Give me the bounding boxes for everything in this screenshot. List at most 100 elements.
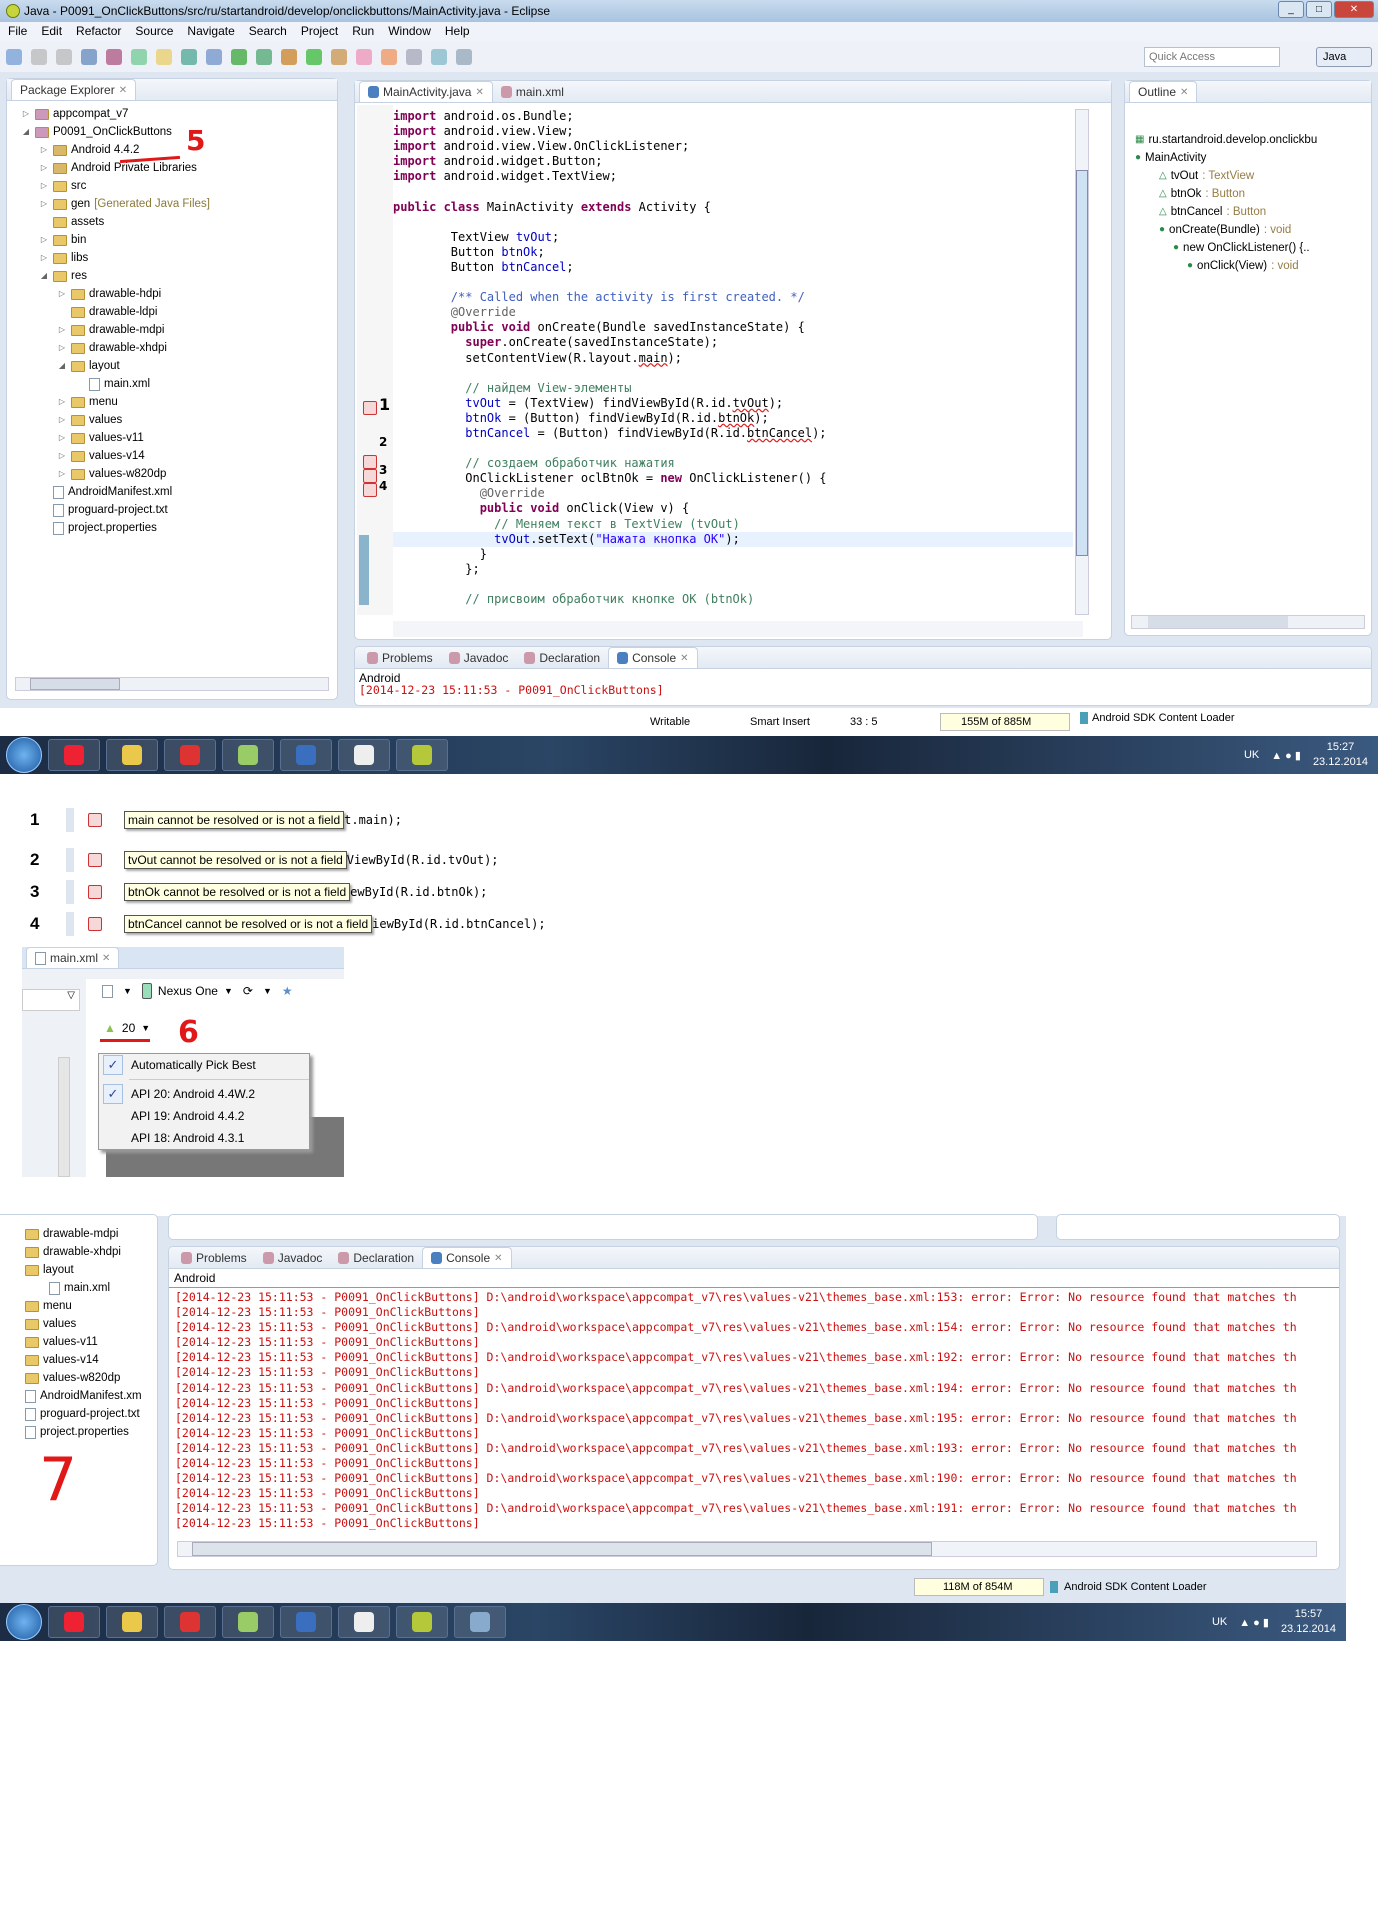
error-marker-icon[interactable] bbox=[363, 401, 377, 415]
outline-item[interactable]: △ btnCancel : Button bbox=[1135, 203, 1371, 221]
collapsed-arrow-icon[interactable]: ▷ bbox=[57, 411, 67, 429]
tree-item[interactable]: layout bbox=[25, 1261, 157, 1279]
tree-item[interactable]: ▷ src bbox=[21, 177, 337, 195]
tab-declaration[interactable]: Declaration bbox=[516, 648, 608, 668]
tree-item[interactable]: proguard-project.txt bbox=[25, 1405, 157, 1423]
tree-item[interactable]: ▷ drawable-mdpi bbox=[21, 321, 337, 339]
code-editor[interactable]: import android.os.Bundle; import android… bbox=[393, 109, 1073, 607]
menu-run[interactable]: Run bbox=[352, 24, 374, 40]
toolbar-button-icon[interactable] bbox=[206, 49, 222, 65]
tree-item[interactable]: ▷ menu bbox=[21, 393, 337, 411]
collapsed-arrow-icon[interactable]: ▷ bbox=[57, 393, 67, 411]
taskbar-app-button[interactable] bbox=[338, 739, 390, 771]
start-button[interactable] bbox=[6, 1604, 42, 1640]
outline-item[interactable]: △ tvOut : TextView bbox=[1135, 167, 1371, 185]
outline-item[interactable]: ● new OnClickListener() {.. bbox=[1135, 239, 1371, 257]
tree-item[interactable]: ▷ bin bbox=[21, 231, 337, 249]
close-icon[interactable]: ✕ bbox=[102, 953, 110, 964]
language-indicator[interactable]: UK bbox=[1212, 1616, 1227, 1628]
expanded-arrow-icon[interactable]: ◢ bbox=[21, 123, 31, 141]
error-marker-icon[interactable] bbox=[88, 885, 102, 899]
tree-item[interactable]: ▷ values bbox=[21, 411, 337, 429]
api-menu-item[interactable]: API 18: Android 4.3.1 bbox=[99, 1127, 309, 1149]
tab-mainactivity-java[interactable]: MainActivity.java ✕ bbox=[359, 81, 493, 102]
tab-problems[interactable]: Problems bbox=[359, 648, 441, 668]
tab-javadoc[interactable]: Javadoc bbox=[441, 648, 517, 668]
tree-item[interactable]: main.xml bbox=[21, 375, 337, 393]
tree-item[interactable]: ▷ drawable-xhdpi bbox=[21, 339, 337, 357]
taskbar-app-button[interactable] bbox=[280, 739, 332, 771]
tree-item[interactable]: project.properties bbox=[21, 519, 337, 537]
tree-item[interactable]: AndroidManifest.xm bbox=[25, 1387, 157, 1405]
toolbar-button-icon[interactable] bbox=[56, 49, 72, 65]
star-icon[interactable]: ★ bbox=[282, 984, 293, 998]
tab-declaration[interactable]: Declaration bbox=[330, 1248, 422, 1268]
close-icon[interactable]: ✕ bbox=[119, 85, 127, 96]
toolbar-button-icon[interactable] bbox=[256, 49, 272, 65]
tab-problems[interactable]: Problems bbox=[173, 1248, 255, 1268]
taskbar-app-button[interactable] bbox=[222, 1606, 274, 1638]
tree-item[interactable]: values-w820dp bbox=[25, 1369, 157, 1387]
menu-source[interactable]: Source bbox=[135, 24, 173, 40]
palette-dropdown[interactable]: ▽ bbox=[22, 989, 80, 1011]
api-menu-item[interactable]: ✓ API 20: Android 4.4W.2 bbox=[99, 1083, 309, 1105]
horizontal-scrollbar[interactable] bbox=[393, 621, 1083, 637]
collapsed-arrow-icon[interactable]: ▷ bbox=[57, 321, 67, 339]
menu-help[interactable]: Help bbox=[445, 24, 470, 40]
close-icon[interactable]: ✕ bbox=[494, 1253, 502, 1264]
tree-item[interactable]: ▷ appcompat_v7 bbox=[21, 105, 337, 123]
outline-item[interactable]: ▦ ru.startandroid.develop.onclickbu bbox=[1135, 131, 1371, 149]
expanded-arrow-icon[interactable]: ◢ bbox=[39, 267, 49, 285]
device-dropdown[interactable]: Nexus One ▼ bbox=[141, 983, 233, 999]
tree-item[interactable]: ▷ libs bbox=[21, 249, 337, 267]
toolbar-button-icon[interactable] bbox=[31, 49, 47, 65]
taskbar-app-button[interactable] bbox=[48, 739, 100, 771]
close-icon[interactable]: ✕ bbox=[680, 653, 688, 664]
toolbar-button-icon[interactable] bbox=[6, 49, 22, 65]
close-button[interactable]: ✕ bbox=[1334, 1, 1374, 18]
collapsed-arrow-icon[interactable]: ▷ bbox=[57, 429, 67, 447]
close-icon[interactable]: ✕ bbox=[475, 87, 483, 98]
outline-item[interactable]: ● onCreate(Bundle) : void bbox=[1135, 221, 1371, 239]
collapsed-arrow-icon[interactable]: ▷ bbox=[57, 447, 67, 465]
error-marker-icon[interactable] bbox=[88, 813, 102, 827]
api-menu-item[interactable]: API 19: Android 4.4.2 bbox=[99, 1105, 309, 1127]
collapsed-arrow-icon[interactable]: ▷ bbox=[39, 177, 49, 195]
heap-status[interactable]: 155M of 885M bbox=[940, 713, 1070, 731]
orientation-icon[interactable]: ⟳ bbox=[243, 984, 253, 998]
menu-project[interactable]: Project bbox=[301, 24, 338, 40]
toolbar-button-icon[interactable] bbox=[131, 49, 147, 65]
taskbar-app-button[interactable] bbox=[396, 739, 448, 771]
api-menu-item[interactable]: ✓ Automatically Pick Best bbox=[99, 1054, 309, 1076]
console-output[interactable]: [2014-12-23 15:11:53 - P0091_OnClickButt… bbox=[169, 1287, 1339, 1532]
clock[interactable]: 15:57 23.12.2014 bbox=[1281, 1607, 1336, 1637]
language-indicator[interactable]: UK bbox=[1244, 749, 1259, 761]
taskbar-app-button[interactable] bbox=[222, 739, 274, 771]
config-icon[interactable] bbox=[102, 984, 113, 998]
menu-window[interactable]: Window bbox=[388, 24, 431, 40]
tree-item[interactable]: ◢ P0091_OnClickButtons bbox=[21, 123, 337, 141]
collapsed-arrow-icon[interactable]: ▷ bbox=[57, 465, 67, 483]
tree-item[interactable]: values bbox=[25, 1315, 157, 1333]
taskbar-app-button[interactable] bbox=[164, 739, 216, 771]
toolbar-button-icon[interactable] bbox=[106, 49, 122, 65]
menu-file[interactable]: File bbox=[8, 24, 27, 40]
taskbar-app-button[interactable] bbox=[106, 1606, 158, 1638]
maximize-button[interactable]: □ bbox=[1306, 1, 1332, 18]
taskbar-app-button[interactable] bbox=[338, 1606, 390, 1638]
taskbar-app-button[interactable] bbox=[48, 1606, 100, 1638]
tab-outline[interactable]: Outline ✕ bbox=[1129, 81, 1198, 102]
tree-item[interactable]: menu bbox=[25, 1297, 157, 1315]
tree-item[interactable]: ▷ drawable-hdpi bbox=[21, 285, 337, 303]
tree-item[interactable]: values-v14 bbox=[25, 1351, 157, 1369]
heap-status[interactable]: 118M of 854M bbox=[914, 1578, 1044, 1596]
tab-main-xml[interactable]: main.xml bbox=[493, 82, 572, 102]
collapsed-arrow-icon[interactable]: ▷ bbox=[39, 195, 49, 213]
taskbar-app-button[interactable] bbox=[454, 1606, 506, 1638]
tab-javadoc[interactable]: Javadoc bbox=[255, 1248, 331, 1268]
horizontal-scrollbar[interactable] bbox=[177, 1541, 1317, 1557]
tree-item[interactable]: ▷ values-v11 bbox=[21, 429, 337, 447]
taskbar-app-button[interactable] bbox=[106, 739, 158, 771]
tree-item[interactable]: ▷ gen [Generated Java Files] bbox=[21, 195, 337, 213]
tree-item[interactable]: drawable-ldpi bbox=[21, 303, 337, 321]
